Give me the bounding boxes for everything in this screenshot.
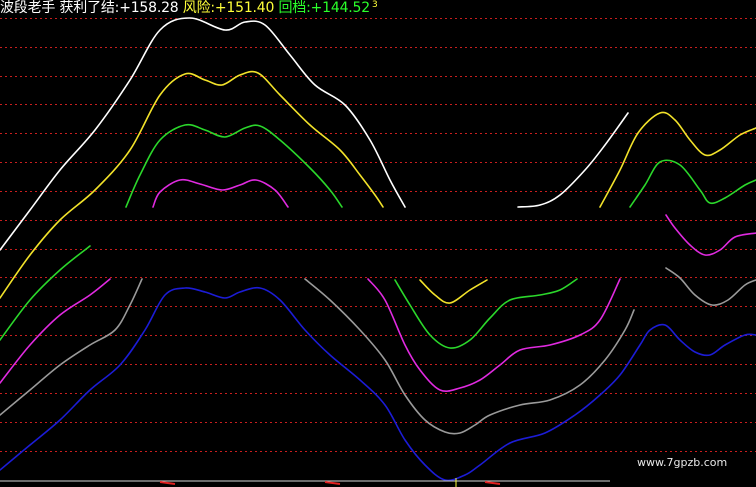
watermark: www.7gpzb.com [637, 456, 728, 469]
pullback-value: +144.52 [310, 0, 371, 16]
indicator-header: 波段老手 获利了结:+158.28 风险:+151.40 回档:+144.52 3 [0, 0, 378, 18]
indicator-name: 波段老手 [0, 0, 56, 16]
pullback-label: 回档: [278, 0, 311, 16]
risk-label: 风险: [182, 0, 215, 16]
profit-label: 获利了结: [59, 0, 120, 16]
risk-value: +151.40 [214, 0, 275, 16]
chart-background [0, 0, 756, 487]
wave-chart [0, 0, 756, 487]
profit-value: +158.28 [119, 0, 179, 16]
header-superscript: 3 [371, 0, 378, 10]
